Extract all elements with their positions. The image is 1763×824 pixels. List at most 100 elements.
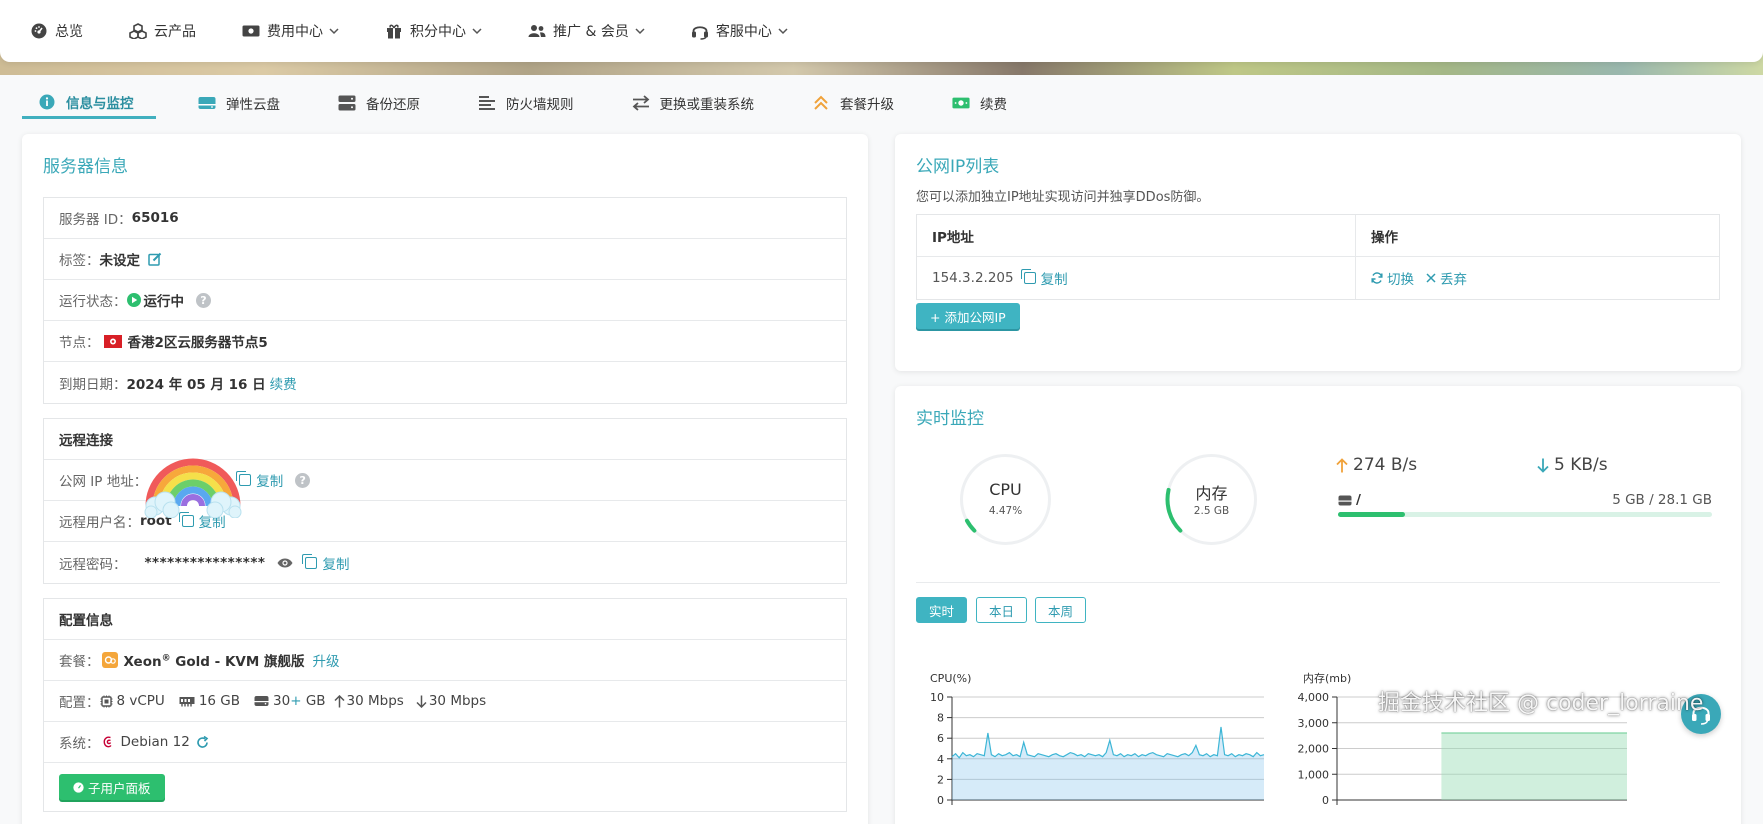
nav-points[interactable]: 积分中心 — [385, 21, 482, 41]
config-info-box: 配置信息 套餐： Xeon® Gold - KVM 旗舰版 升级 配置： 8 v… — [43, 598, 847, 812]
password-copy-button[interactable]: 复制 — [302, 553, 350, 573]
renew-link[interactable]: 续费 — [270, 373, 297, 393]
subuser-panel-button[interactable]: 子用户面板 — [59, 774, 165, 800]
tab-info-monitor[interactable]: 信息与监控 — [22, 87, 156, 119]
y-tick-label: 4 — [937, 753, 944, 766]
cash-icon — [952, 94, 970, 112]
add-public-ip-button[interactable]: + 添加公网IP — [916, 303, 1020, 329]
tab-plan-upgrade[interactable]: 套餐升级 — [796, 87, 910, 119]
remote-password-row: 远程密码： **************** 复制 — [44, 542, 846, 583]
config-title-row: 配置信息 — [44, 599, 846, 640]
tab-reinstall-os[interactable]: 更换或重装系统 — [616, 87, 771, 119]
tab-label: 防火墙规则 — [506, 97, 574, 113]
arrow-down-icon — [416, 695, 427, 708]
chevron-down-icon — [635, 28, 645, 35]
switch-label: 切换 — [1387, 272, 1414, 288]
memory-icon — [179, 696, 195, 707]
realtime-monitor-panel: 实时监控 CPU 4.47% 内存 2.5 GB 274 B/s 5 KB/s … — [895, 386, 1741, 824]
ip-address: 154.3.2.205 — [932, 270, 1014, 286]
y-tick-label: 1,000 — [1298, 768, 1330, 781]
copy-icon — [302, 553, 318, 569]
os-row: 系统： Debian 12 — [44, 722, 846, 763]
tag-row: 标签： 未设定 — [44, 239, 846, 280]
copy-icon — [1020, 269, 1036, 284]
cpu-chart: CPU(%)1086420时间 — [930, 672, 1265, 807]
server-icon — [338, 94, 356, 112]
tab-elastic-disk[interactable]: 弹性云盘 — [182, 87, 296, 119]
series-area — [1441, 733, 1627, 800]
disk-icon — [198, 94, 216, 112]
switch-ip-button[interactable]: 切换 — [1371, 268, 1414, 288]
hdd-icon — [1338, 495, 1352, 506]
remote-password-value: **************** — [144, 554, 266, 571]
spec-row: 配置： 8 vCPU 16 GB 30+ GB 30 Mbps 30 Mbps — [44, 681, 846, 722]
ip-table-header: IP地址 操作 — [917, 215, 1719, 257]
arrow-up-icon — [334, 694, 345, 708]
ip-copy-button[interactable]: 复制 — [236, 470, 284, 490]
discard-ip-button[interactable]: 丢弃 — [1426, 268, 1467, 288]
memory-gauge-name: 内存 — [1195, 484, 1228, 503]
refresh-icon[interactable] — [196, 735, 209, 749]
swap-icon — [632, 94, 650, 112]
edit-icon[interactable] — [148, 252, 162, 266]
tab-label: 套餐升级 — [840, 97, 894, 113]
disk-usage-value: 5 GB / 28.1 GB — [1612, 492, 1712, 508]
ip-list-description: 您可以添加独立IP地址实现访问并独享DDos防御。 — [916, 190, 1210, 205]
list-icon — [478, 94, 496, 112]
nav-cloud-products[interactable]: 云产品 — [129, 21, 196, 41]
help-icon[interactable]: ? — [196, 292, 211, 308]
help-icon[interactable]: ? — [295, 472, 311, 488]
hdd-icon — [254, 695, 269, 707]
nav-promotion-member[interactable]: 推广 & 会员 — [528, 21, 645, 41]
nav-label: 费用中心 — [267, 24, 323, 40]
nav-support[interactable]: 客服中心 — [691, 21, 788, 41]
spec-label: 配置： — [59, 695, 100, 711]
disk-mount: / — [1338, 492, 1361, 508]
os-value: Debian 12 — [120, 734, 190, 750]
users-icon — [528, 22, 546, 40]
cpu-gauge-ring — [960, 454, 1051, 545]
copy-label: 复制 — [256, 474, 284, 490]
node-row: 节点： 香港2区云服务器节点5 — [44, 321, 846, 362]
bandwidth-up: 30 Mbps — [346, 693, 404, 709]
chart-ylabel: CPU(%) — [930, 672, 971, 685]
server-tabs: 信息与监控 弹性云盘 备份还原 防火墙规则 更换或重装系统 套餐升级 续费 — [22, 87, 1049, 121]
range-week-button[interactable]: 本周 — [1035, 597, 1087, 623]
rainbow-sticker — [141, 450, 245, 522]
nav-label: 云产品 — [154, 24, 196, 40]
range-realtime-button[interactable]: 实时 — [916, 597, 968, 623]
tab-backup-restore[interactable]: 备份还原 — [322, 87, 436, 119]
ip-copy-button[interactable]: 复制 — [1020, 268, 1068, 288]
tag-value: 未设定 — [99, 253, 141, 269]
nav-label: 总览 — [55, 24, 83, 40]
registered-mark: ® — [161, 653, 171, 664]
expire-value: 2024 年 05 月 16 日 — [126, 376, 266, 393]
nav-overview[interactable]: 总览 — [30, 21, 83, 41]
col-op-header: 操作 — [1371, 229, 1398, 246]
upgrade-link[interactable]: 升级 — [313, 650, 340, 670]
disk-usage-fill — [1338, 512, 1405, 517]
chevron-down-icon — [329, 28, 339, 35]
y-tick-label: 10 — [930, 691, 944, 704]
tab-label: 更换或重装系统 — [659, 97, 755, 113]
copy-label: 复制 — [322, 556, 350, 573]
money-icon — [242, 22, 260, 40]
op-cell: 切换 丢弃 — [1356, 268, 1467, 288]
range-today-button[interactable]: 本日 — [976, 597, 1028, 623]
arrow-down-icon — [1537, 458, 1549, 473]
plan-label: 套餐： — [59, 654, 100, 670]
tab-firewall-rules[interactable]: 防火墙规则 — [462, 87, 590, 119]
col-ip-header: IP地址 — [917, 215, 1356, 256]
discard-label: 丢弃 — [1440, 272, 1467, 288]
disk-size: 30 — [273, 693, 291, 709]
nav-billing[interactable]: 费用中心 — [242, 21, 339, 41]
tab-label: 弹性云盘 — [226, 97, 280, 113]
y-tick-label: 4,000 — [1298, 691, 1330, 704]
subuser-button-label: 子用户面板 — [88, 780, 151, 796]
bandwidth-down: 30 Mbps — [428, 693, 487, 709]
chevron-down-icon — [778, 28, 788, 35]
disk-mount-path: / — [1356, 492, 1361, 508]
tab-renew[interactable]: 续费 — [936, 87, 1023, 119]
y-tick-label: 3,000 — [1298, 717, 1330, 730]
eye-icon[interactable] — [277, 557, 293, 569]
